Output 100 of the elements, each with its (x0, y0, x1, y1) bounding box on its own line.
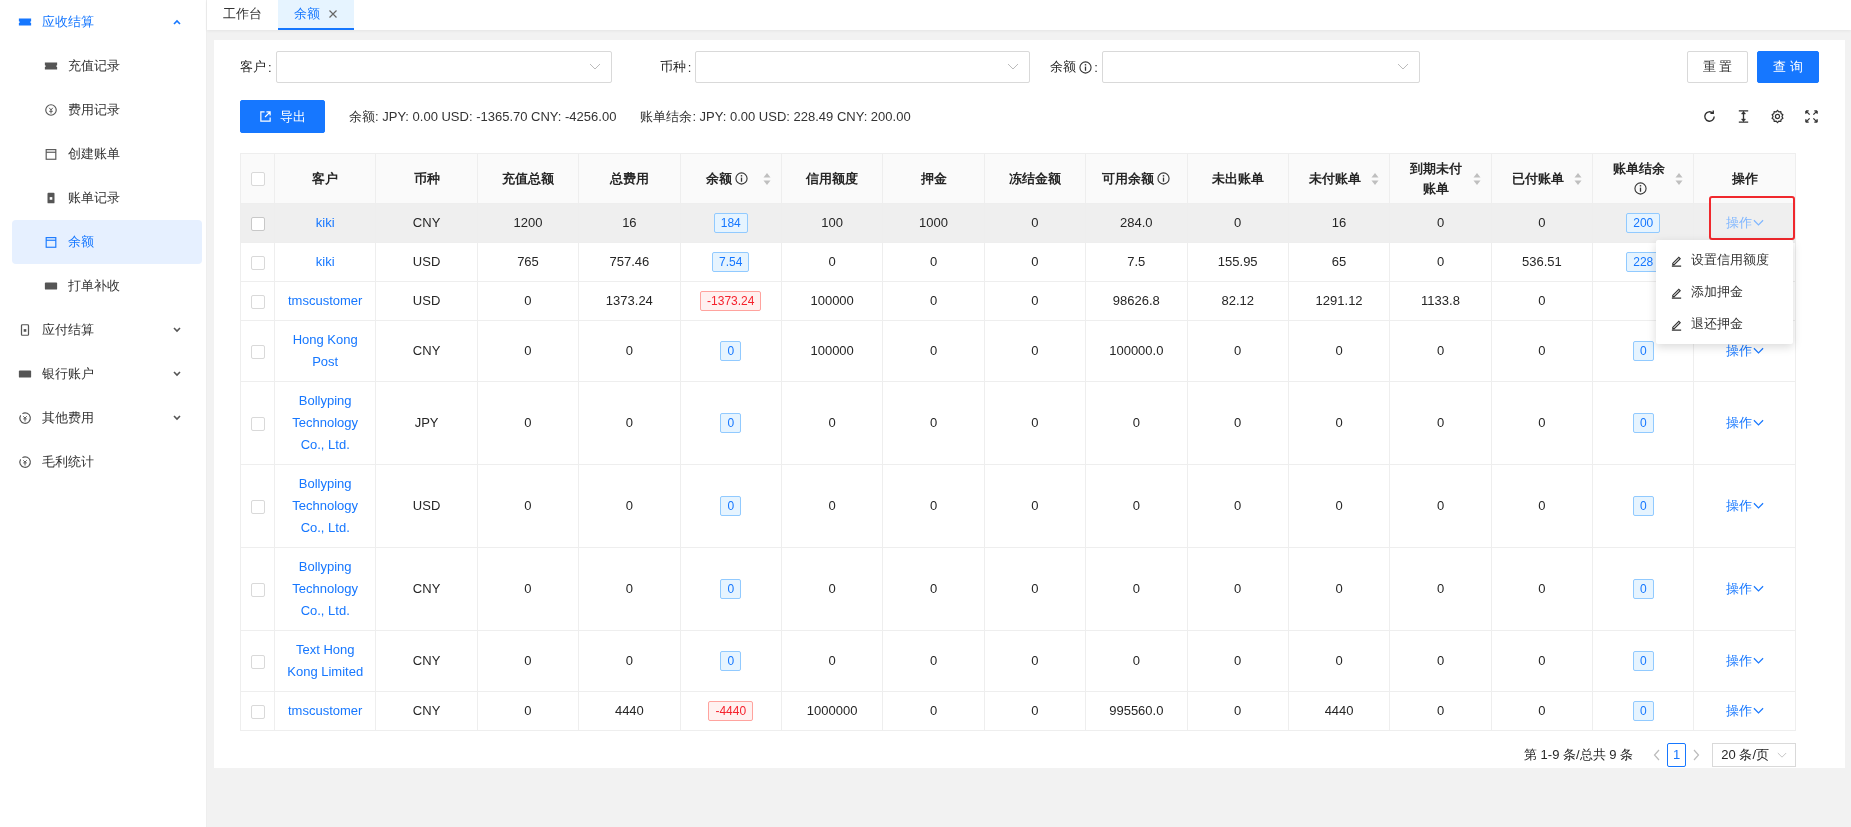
export-button[interactable]: 导出 (240, 100, 325, 133)
caret-icon (1396, 63, 1409, 71)
settings-icon[interactable] (1770, 109, 1785, 124)
previous-page-icon[interactable] (1653, 749, 1662, 761)
fullscreen-icon[interactable] (1804, 109, 1819, 124)
menu-item[interactable]: 添加押金 (1656, 276, 1793, 308)
checkbox[interactable] (250, 582, 265, 597)
checkbox[interactable] (251, 172, 265, 187)
select-field[interactable] (1101, 51, 1420, 83)
chevron-icon (172, 413, 182, 423)
sidebar-item[interactable]: 银行账户 (0, 352, 206, 396)
table-cell: CNY (375, 630, 478, 692)
sort-icon[interactable] (1371, 171, 1380, 186)
sidebar-item[interactable]: 应收结算 (0, 0, 206, 44)
amount-tag: 0 (720, 413, 742, 433)
sidebar-item[interactable]: 费用记录 (12, 88, 202, 132)
table-cell: 0 (1389, 464, 1492, 548)
column-height-icon[interactable] (1736, 109, 1751, 124)
table-cell: 0 (477, 464, 579, 548)
checkbox[interactable] (250, 344, 265, 359)
column-header: 余额 (696, 168, 757, 189)
amount-tag: 0 (1632, 701, 1654, 721)
coin-icon (18, 411, 32, 425)
column-header: 币种 (413, 169, 440, 188)
sort-icon[interactable] (1574, 171, 1583, 186)
table-cell: 0 (984, 381, 1086, 465)
table-cell: 995560.0 (1085, 691, 1187, 731)
checkbox[interactable] (250, 216, 265, 231)
table-cell: 0 (1187, 547, 1289, 631)
menu-item[interactable]: 退还押金 (1656, 308, 1793, 340)
table-cell: 0 (1389, 630, 1492, 692)
tab[interactable]: 余额 (278, 0, 354, 30)
sidebar-item[interactable]: 充值记录 (12, 44, 202, 88)
sort-icon[interactable] (762, 171, 771, 186)
table-cell: 16 (1288, 203, 1390, 243)
amount-tag: -4440 (708, 701, 754, 721)
sort-icon[interactable] (1675, 171, 1684, 186)
table-cell: USD (375, 281, 478, 321)
checkbox[interactable] (250, 704, 265, 719)
info-icon (1079, 60, 1093, 74)
chevron-icon (172, 369, 182, 379)
column-header: 已付账单 (1510, 169, 1565, 188)
sidebar-item[interactable]: 打单补收 (12, 264, 202, 308)
caret-icon (1777, 751, 1787, 759)
table-cell: 0 (578, 547, 681, 631)
table-cell: 1000000 (781, 691, 883, 731)
page-button[interactable]: 1 (1667, 743, 1687, 767)
table-cell: 0 (477, 691, 579, 731)
checkbox[interactable] (250, 255, 265, 270)
amount-tag: 0 (1632, 651, 1654, 671)
caret-icon (1752, 219, 1764, 227)
table-cell: 0 (1288, 320, 1390, 382)
caret-icon (1007, 63, 1020, 71)
action-link[interactable]: 操作 (1725, 495, 1764, 517)
amount-tag: 0 (720, 496, 742, 516)
caret-icon (1752, 657, 1764, 665)
reset-button[interactable]: 重 置 (1686, 51, 1749, 83)
table-cell: 82.12 (1187, 281, 1289, 321)
caret-icon (1752, 502, 1764, 510)
column-header: 信用额度 (806, 169, 859, 188)
table-cell: 0 (1288, 547, 1390, 631)
select-field[interactable] (275, 51, 612, 83)
info-icon (1634, 181, 1648, 195)
table-cell: 0 (882, 281, 985, 321)
search-button[interactable]: 查 询 (1757, 51, 1819, 83)
sidebar-item[interactable]: 毛利统计 (0, 440, 206, 484)
table-cell: 0 (882, 381, 985, 465)
checkbox[interactable] (250, 499, 265, 514)
checkbox[interactable] (250, 294, 265, 309)
column-header: 操作 (1731, 169, 1758, 188)
checkbox[interactable] (250, 654, 265, 669)
action-link[interactable]: 操作 (1725, 650, 1764, 672)
action-link[interactable]: 操作 (1725, 578, 1764, 600)
column-header: 充值总额 (501, 169, 554, 188)
page-size-select[interactable]: 20 条/页 (1712, 743, 1796, 767)
sidebar-item[interactable]: 其他费用 (0, 396, 206, 440)
next-page-icon[interactable] (1692, 749, 1701, 761)
refresh-icon[interactable] (1702, 109, 1717, 124)
action-link[interactable]: 操作 (1725, 340, 1764, 362)
tab[interactable]: 工作台 (207, 0, 278, 30)
sidebar-item[interactable]: 账单记录 (12, 176, 202, 220)
checkbox[interactable] (250, 416, 265, 431)
action-link[interactable]: 操作 (1725, 412, 1764, 434)
close-icon[interactable] (328, 9, 338, 19)
summary-text: 账单结余: JPY: 0.00 USD: 228.49 CNY: 200.00 (640, 107, 911, 126)
table-cell: 0 (1187, 630, 1289, 692)
table-cell: 0 (781, 242, 883, 282)
table-cell: 0 (984, 203, 1086, 243)
sidebar-item[interactable]: 创建账单 (12, 132, 202, 176)
sidebar-item[interactable]: 应付结算 (0, 308, 206, 352)
sort-icon[interactable] (1472, 171, 1481, 186)
table-cell: CNY (375, 203, 478, 243)
summary-text: 余额: JPY: 0.00 USD: -1365.70 CNY: -4256.00 (349, 107, 617, 126)
table-cell: 0 (477, 381, 579, 465)
table-cell: 65 (1288, 242, 1390, 282)
table-cell: 0 (1491, 281, 1593, 321)
select-field[interactable] (695, 51, 1031, 83)
sidebar-item[interactable]: 余额 (12, 220, 202, 264)
table-cell: 0 (1389, 691, 1492, 731)
calendar-icon (44, 147, 58, 161)
